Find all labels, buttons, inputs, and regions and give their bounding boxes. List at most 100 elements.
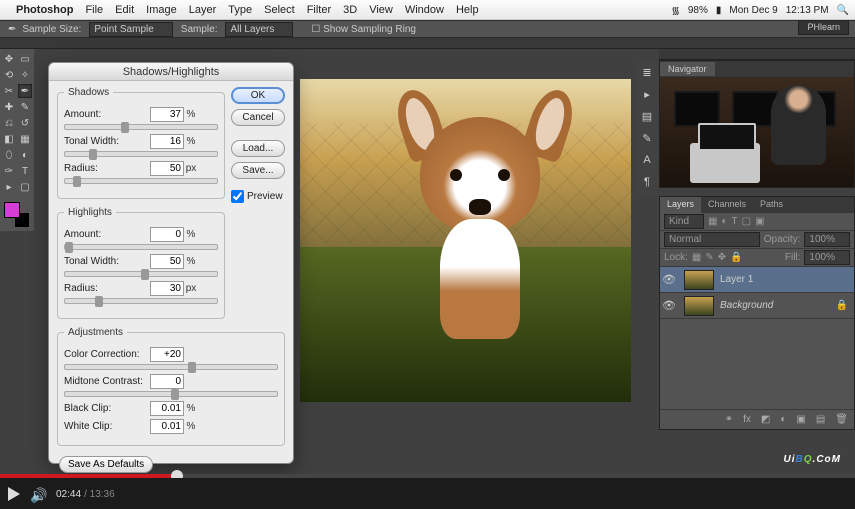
lock-all-icon[interactable]: 🔒: [730, 252, 742, 263]
shadows-amount-slider[interactable]: [64, 124, 218, 130]
shadows-radius-input[interactable]: [150, 161, 184, 176]
filter-type-icon[interactable]: T: [732, 216, 738, 227]
adjustment-layer-icon[interactable]: ◐: [780, 414, 786, 425]
menu-type[interactable]: Type: [228, 4, 252, 16]
layer-name[interactable]: Background: [720, 300, 773, 311]
save-as-defaults-button[interactable]: Save As Defaults: [59, 456, 153, 473]
load-button[interactable]: Load...: [231, 140, 285, 157]
menu-edit[interactable]: Edit: [115, 4, 134, 16]
blur-tool-icon[interactable]: ⬯: [2, 148, 16, 162]
lock-position-icon[interactable]: ✥: [718, 252, 726, 263]
opacity-input[interactable]: 100%: [804, 232, 850, 247]
eraser-tool-icon[interactable]: ◧: [2, 132, 16, 146]
layer-thumbnail[interactable]: [684, 296, 714, 316]
dodge-tool-icon[interactable]: ◐: [18, 148, 32, 162]
layer-row[interactable]: 👁 Layer 1: [660, 267, 854, 293]
save-button[interactable]: Save...: [231, 162, 285, 179]
actions-panel-icon[interactable]: ▸: [640, 88, 654, 102]
visibility-toggle-icon[interactable]: 👁: [660, 299, 678, 312]
highlights-radius-input[interactable]: [150, 281, 184, 296]
time[interactable]: 12:13 PM: [786, 5, 829, 16]
properties-panel-icon[interactable]: ▤: [640, 110, 654, 124]
preview-checkbox[interactable]: Preview: [231, 190, 285, 203]
type-tool-icon[interactable]: T: [18, 164, 32, 178]
spotlight-icon[interactable]: 🔍: [837, 5, 849, 16]
clone-stamp-tool-icon[interactable]: ⎌: [2, 116, 16, 130]
paths-tab[interactable]: Paths: [753, 197, 790, 213]
menu-filter[interactable]: Filter: [307, 4, 331, 16]
ok-button[interactable]: OK: [231, 87, 285, 104]
channels-tab[interactable]: Channels: [701, 197, 753, 213]
layer-mask-icon[interactable]: ◩: [761, 414, 770, 425]
shadows-tonal-slider[interactable]: [64, 151, 218, 157]
eyedropper-tool-icon[interactable]: ✒: [8, 24, 16, 35]
filter-pixel-icon[interactable]: ▦: [708, 216, 717, 227]
layer-thumbnail[interactable]: [684, 270, 714, 290]
group-icon[interactable]: ▣: [796, 414, 805, 425]
document-canvas[interactable]: [300, 79, 631, 402]
eyedropper-tool-icon[interactable]: ✒: [18, 84, 32, 98]
shadows-radius-slider[interactable]: [64, 178, 218, 184]
brush-tool-icon[interactable]: ✎: [18, 100, 32, 114]
brushes-panel-icon[interactable]: ✎: [640, 132, 654, 146]
layer-style-icon[interactable]: fx: [743, 414, 751, 425]
lock-pixels-icon[interactable]: ✎: [705, 252, 713, 263]
highlights-tonal-input[interactable]: [150, 254, 184, 269]
path-select-tool-icon[interactable]: ▸: [2, 180, 16, 194]
color-correction-slider[interactable]: [64, 364, 278, 370]
gradient-tool-icon[interactable]: ▦: [18, 132, 32, 146]
menu-view[interactable]: View: [369, 4, 393, 16]
shape-tool-icon[interactable]: ▢: [18, 180, 32, 194]
move-tool-icon[interactable]: ✥: [2, 52, 16, 66]
menu-image[interactable]: Image: [146, 4, 177, 16]
marquee-tool-icon[interactable]: ▭: [18, 52, 32, 66]
show-sampling-ring-checkbox[interactable]: ☐ Show Sampling Ring: [311, 24, 416, 35]
color-correction-input[interactable]: [150, 347, 184, 362]
date[interactable]: Mon Dec 9: [729, 5, 777, 16]
visibility-toggle-icon[interactable]: 👁: [660, 273, 678, 286]
menu-layer[interactable]: Layer: [189, 4, 217, 16]
link-layers-icon[interactable]: ⚭: [725, 414, 733, 425]
layer-row[interactable]: 👁 Background 🔒: [660, 293, 854, 319]
menu-3d[interactable]: 3D: [343, 4, 357, 16]
layer-filter-kind[interactable]: Kind: [664, 214, 704, 229]
shadows-amount-input[interactable]: [150, 107, 184, 122]
pen-tool-icon[interactable]: ✑: [2, 164, 16, 178]
healing-brush-tool-icon[interactable]: ✚: [2, 100, 16, 114]
color-swatches[interactable]: [4, 202, 30, 228]
midtone-contrast-input[interactable]: [150, 374, 184, 389]
highlights-amount-slider[interactable]: [64, 244, 218, 250]
layer-name[interactable]: Layer 1: [720, 274, 753, 285]
delete-layer-icon[interactable]: 🗑: [835, 414, 848, 425]
sample-dropdown[interactable]: All Layers: [225, 22, 293, 37]
volume-icon[interactable]: 🔊: [30, 487, 46, 501]
navigator-tab[interactable]: Navigator: [660, 62, 715, 76]
cancel-button[interactable]: Cancel: [231, 109, 285, 126]
highlights-tonal-slider[interactable]: [64, 271, 218, 277]
crop-tool-icon[interactable]: ✂: [2, 84, 16, 98]
navigator-preview[interactable]: [660, 77, 854, 187]
sample-size-dropdown[interactable]: Point Sample: [89, 22, 172, 37]
workspace-switcher[interactable]: PHlearn: [798, 20, 849, 35]
white-clip-input[interactable]: [150, 419, 184, 434]
filter-shape-icon[interactable]: ▢: [742, 216, 751, 227]
menu-file[interactable]: File: [85, 4, 103, 16]
black-clip-input[interactable]: [150, 401, 184, 416]
layers-tab[interactable]: Layers: [660, 197, 701, 213]
lock-transparency-icon[interactable]: ▦: [692, 252, 701, 263]
highlights-radius-slider[interactable]: [64, 298, 218, 304]
blend-mode-dropdown[interactable]: Normal: [664, 232, 760, 247]
character-panel-icon[interactable]: A: [640, 154, 654, 168]
highlights-amount-input[interactable]: [150, 227, 184, 242]
history-panel-icon[interactable]: ≣: [640, 66, 654, 80]
fill-input[interactable]: 100%: [804, 250, 850, 265]
magic-wand-tool-icon[interactable]: ✧: [18, 68, 32, 82]
menu-help[interactable]: Help: [456, 4, 479, 16]
shadows-tonal-input[interactable]: [150, 134, 184, 149]
wifi-icon[interactable]: ᯾: [671, 3, 680, 17]
menu-select[interactable]: Select: [264, 4, 295, 16]
menu-window[interactable]: Window: [405, 4, 444, 16]
new-layer-icon[interactable]: ▤: [816, 414, 825, 425]
filter-adjust-icon[interactable]: ◐: [721, 216, 727, 227]
battery-icon[interactable]: ▮: [716, 5, 722, 16]
